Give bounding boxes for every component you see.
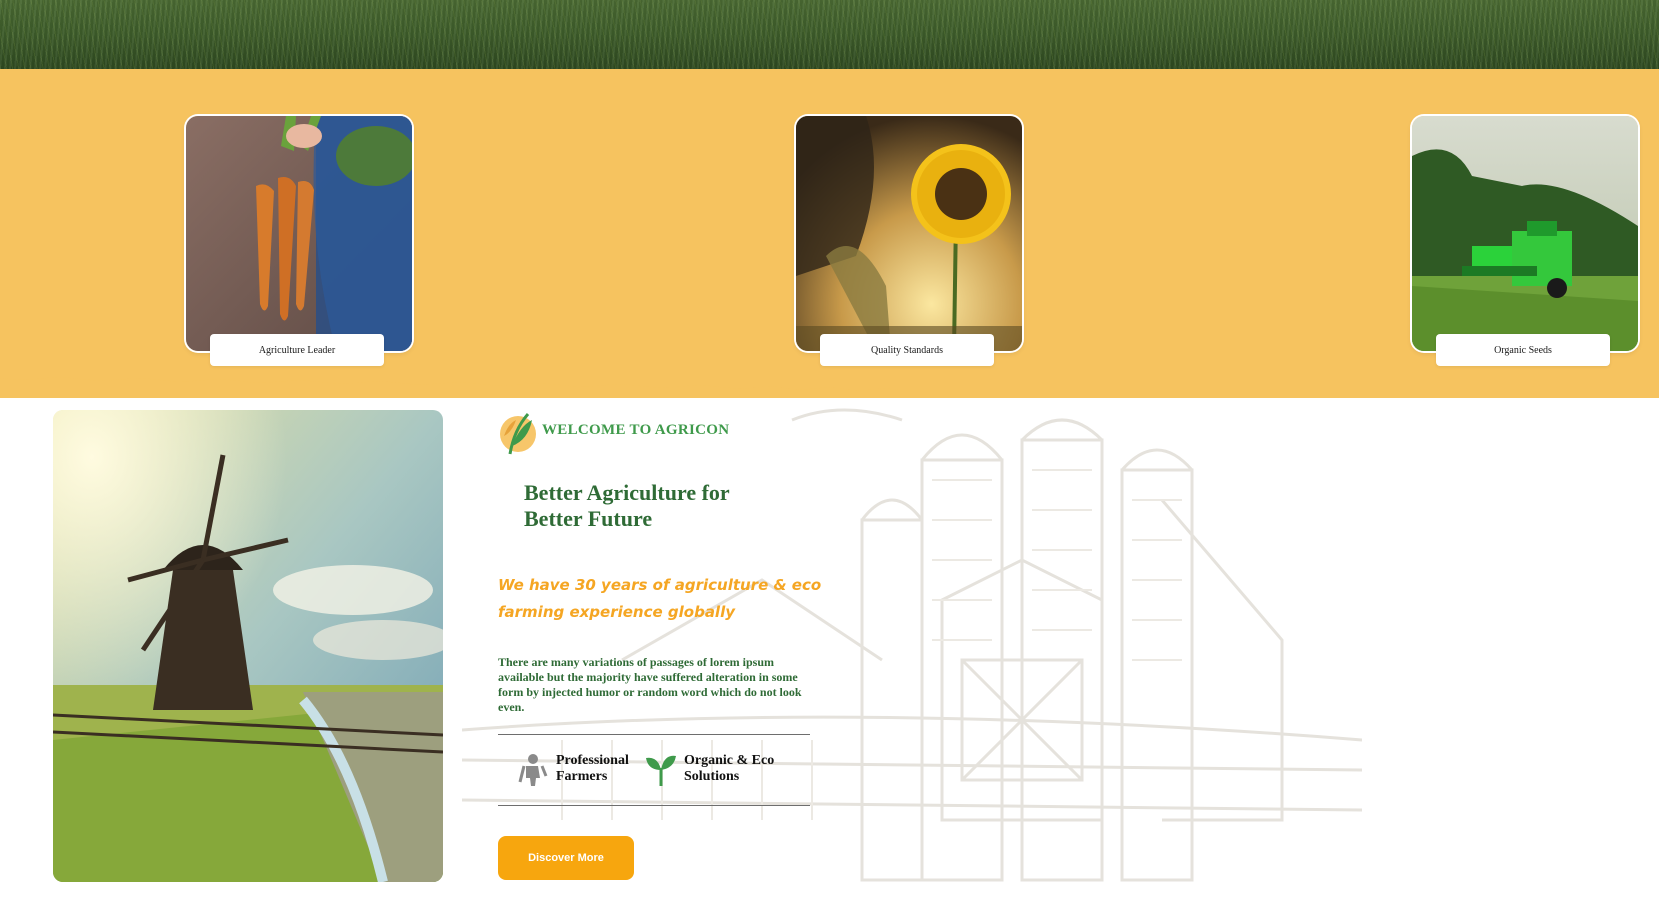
windmill-photo bbox=[53, 410, 443, 882]
feature-professional-farmers: Professional Farmers bbox=[516, 752, 629, 786]
farmer-icon bbox=[518, 754, 548, 786]
feature-card-quality-standards[interactable]: Quality Standards bbox=[796, 116, 1022, 366]
tagline-line-1: We have 30 years of agriculture & eco bbox=[498, 576, 822, 594]
section-heading: Better Agriculture for Better Future bbox=[524, 480, 730, 532]
harvester-photo bbox=[1412, 116, 1638, 351]
discover-more-button[interactable]: Discover More bbox=[498, 836, 634, 880]
leaf-icon bbox=[646, 755, 676, 786]
heading-line-1: Better Agriculture for bbox=[524, 480, 730, 505]
feature-card-agriculture-leader[interactable]: Agriculture Leader bbox=[186, 116, 412, 366]
section-description: There are many variations of passages of… bbox=[498, 655, 802, 714]
feature-label-line-1: Professional bbox=[556, 753, 629, 768]
carrots-photo bbox=[186, 116, 412, 351]
feature-label-line-2: Solutions bbox=[684, 769, 740, 784]
divider bbox=[498, 805, 810, 806]
feature-label-line-1: Organic & Eco bbox=[684, 753, 775, 768]
wheat-leaf-logo-icon bbox=[500, 413, 536, 455]
tagline: We have 30 years of agriculture & eco fa… bbox=[498, 572, 821, 626]
card-label: Organic Seeds bbox=[1436, 334, 1610, 366]
tagline-line-2: farming experience globally bbox=[498, 603, 735, 621]
divider bbox=[498, 734, 810, 735]
section-subtitle: WELCOME TO AGRICON bbox=[542, 422, 730, 438]
header-grass-banner bbox=[0, 0, 1659, 69]
feature-label-line-2: Farmers bbox=[556, 769, 608, 784]
sunflower-photo bbox=[796, 116, 1022, 351]
card-label: Agriculture Leader bbox=[210, 334, 384, 366]
barn-sketch-background bbox=[462, 408, 1362, 882]
feature-card-organic-seeds[interactable]: Organic Seeds bbox=[1412, 116, 1638, 366]
feature-organic-eco-solutions: Organic & Eco Solutions bbox=[644, 752, 774, 786]
card-label: Quality Standards bbox=[820, 334, 994, 366]
torn-paper-edge bbox=[0, 376, 900, 391]
heading-line-2: Better Future bbox=[524, 506, 653, 531]
